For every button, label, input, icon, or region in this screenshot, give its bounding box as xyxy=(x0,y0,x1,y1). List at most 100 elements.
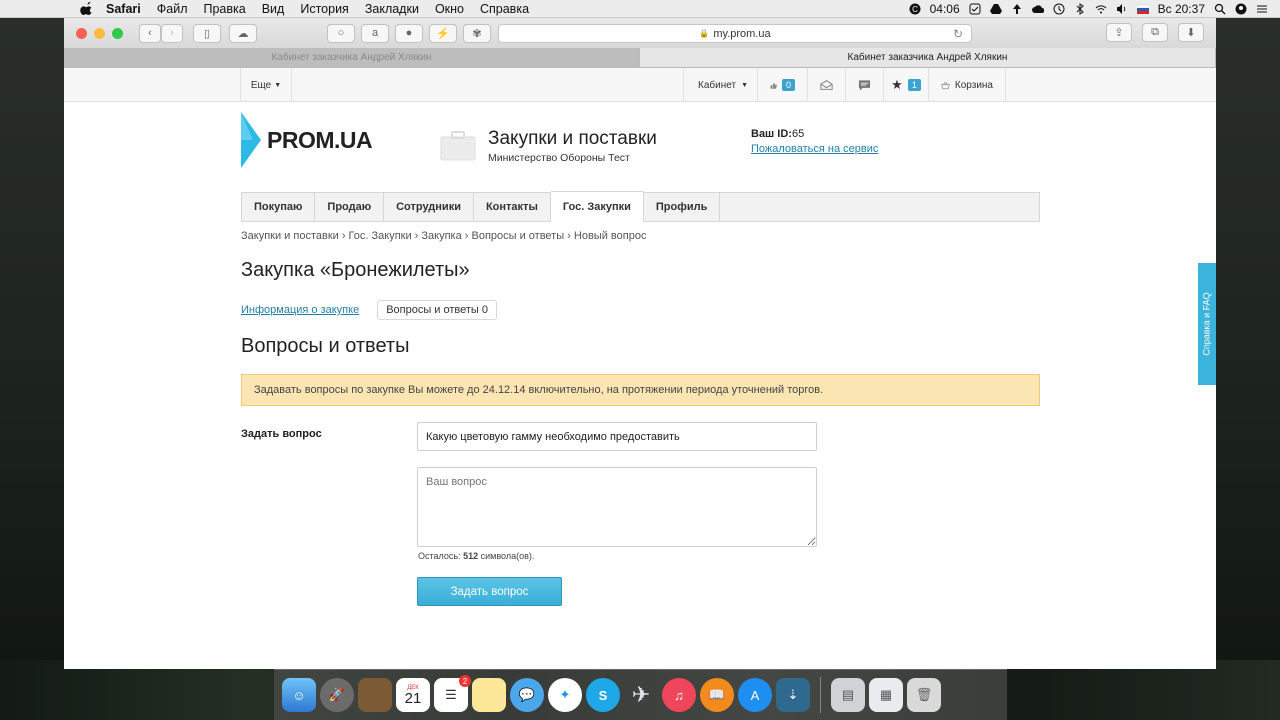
address-bar[interactable]: 🔒 my.prom.ua ↻ xyxy=(498,24,972,43)
app-store-icon[interactable]: A xyxy=(738,678,772,712)
safari-icon[interactable]: ✦ xyxy=(548,678,582,712)
downloads-icon[interactable]: ⬇ xyxy=(1178,23,1204,42)
notes-icon[interactable] xyxy=(472,678,506,712)
logo-text: PROM.UA xyxy=(267,126,373,153)
forward-button[interactable]: › xyxy=(161,23,183,43)
lock-icon: 🔒 xyxy=(699,29,710,38)
tab-employees[interactable]: Сотрудники xyxy=(384,193,474,221)
recording-icon[interactable]: C xyxy=(909,3,921,15)
paper-plane-icon[interactable]: ✈ xyxy=(624,678,658,712)
envelope-icon xyxy=(820,80,833,90)
cloud-icon[interactable] xyxy=(1031,3,1044,15)
launchpad-icon[interactable]: 🚀 xyxy=(320,678,354,712)
prom-logo[interactable]: PROM.UA xyxy=(241,112,373,168)
submit-question-button[interactable]: Задать вопрос xyxy=(417,577,562,606)
apple-icon[interactable] xyxy=(80,1,94,16)
messages-icon[interactable]: 💬 xyxy=(510,678,544,712)
tab-gov-procurement[interactable]: Гос. Закупки xyxy=(550,191,644,222)
sidebar-icon[interactable]: ▯ xyxy=(193,23,221,43)
flag-russia-icon[interactable] xyxy=(1136,3,1149,15)
paw-icon[interactable]: ✾ xyxy=(463,23,491,43)
menu-help[interactable]: Справка xyxy=(480,2,529,16)
bluetooth-icon[interactable] xyxy=(1074,2,1086,15)
recording-timer[interactable]: 04:06 xyxy=(930,2,960,16)
record-icon[interactable]: ● xyxy=(395,23,423,43)
tab-buying[interactable]: Покупаю xyxy=(242,193,316,221)
likes-count-badge: 0 xyxy=(781,79,795,91)
ibooks-icon[interactable]: 📖 xyxy=(700,678,734,712)
menu-bookmarks[interactable]: Закладки xyxy=(365,2,419,16)
likes-button[interactable]: 0 xyxy=(757,68,807,102)
window-controls xyxy=(76,27,123,39)
procurement-subtabs: Информация о закупке Вопросы и ответы 0 xyxy=(241,300,498,320)
notebook-icon[interactable] xyxy=(358,678,392,712)
menu-file[interactable]: Файл xyxy=(157,2,188,16)
more-dropdown[interactable]: Еще ▼ xyxy=(240,68,292,102)
cabinet-dropdown[interactable]: Кабинет ▼ xyxy=(683,68,757,102)
tab-procurement-info[interactable]: Информация о закупке xyxy=(241,304,359,316)
skype-icon[interactable]: S xyxy=(586,678,620,712)
project-title: Закупки и поставки xyxy=(488,128,657,149)
zoom-window-icon[interactable] xyxy=(112,27,123,39)
chevron-down-icon: ▼ xyxy=(741,81,748,89)
page-title: Закупка «Бронежилеты» xyxy=(241,259,470,281)
ask-question-label: Задать вопрос xyxy=(241,428,322,440)
tab-questions-answers[interactable]: Вопросы и ответы 0 xyxy=(377,300,498,320)
tab-profile[interactable]: Профиль xyxy=(644,193,721,221)
circle-icon[interactable]: ○ xyxy=(327,23,355,43)
drive-icon[interactable] xyxy=(989,3,1002,15)
check-icon[interactable] xyxy=(969,3,981,15)
calendar-icon[interactable]: ДЕК 21 xyxy=(396,678,430,712)
finder-icon[interactable]: ☺ xyxy=(282,678,316,712)
reminders-icon[interactable]: ☰ 2 xyxy=(434,675,471,712)
list-icon[interactable] xyxy=(1256,3,1268,15)
question-textarea[interactable] xyxy=(417,467,817,547)
menu-window[interactable]: Окно xyxy=(435,2,464,16)
cart-button[interactable]: Корзина xyxy=(928,68,1006,102)
briefcase-icon xyxy=(440,131,476,161)
qa-tab-count: 0 xyxy=(481,304,489,316)
section-title: Вопросы и ответы xyxy=(241,335,410,357)
svg-text:C: C xyxy=(912,5,918,14)
back-button[interactable]: ‹ xyxy=(139,23,161,43)
clock[interactable]: Вс 20:37 xyxy=(1158,2,1205,16)
menu-safari[interactable]: Safari xyxy=(106,2,141,16)
complain-link[interactable]: Пожаловаться на сервис xyxy=(751,143,878,155)
download-folder-icon[interactable]: ⇣ xyxy=(776,678,810,712)
tabs-overview-icon[interactable]: ⧉ xyxy=(1142,23,1168,42)
menu-history[interactable]: История xyxy=(300,2,348,16)
user-icon[interactable] xyxy=(1235,3,1247,15)
menu-view[interactable]: Вид xyxy=(262,2,285,16)
volume-icon[interactable] xyxy=(1116,3,1128,15)
question-subject-input[interactable] xyxy=(417,422,817,451)
help-faq-tab[interactable]: Справка и FAQ xyxy=(1198,263,1216,385)
comments-button[interactable] xyxy=(845,68,883,102)
amazon-icon[interactable]: a xyxy=(361,23,389,43)
share-icon[interactable]: ⇪ xyxy=(1106,23,1132,42)
tab-contacts[interactable]: Контакты xyxy=(474,193,551,221)
breadcrumb[interactable]: Закупки и поставки › Гос. Закупки › Заку… xyxy=(241,230,646,242)
search-icon[interactable] xyxy=(1214,3,1226,15)
time-machine-icon[interactable] xyxy=(1053,3,1065,15)
dock-separator xyxy=(820,677,821,713)
itunes-icon[interactable]: ♫ xyxy=(662,678,696,712)
more-label: Еще xyxy=(250,79,272,91)
trash-icon[interactable]: 🗑 xyxy=(907,678,941,712)
documents-stack-icon[interactable]: ▤ xyxy=(831,678,865,712)
icloud-icon[interactable]: ☁ xyxy=(229,23,257,43)
upload-icon[interactable] xyxy=(1011,3,1023,15)
browser-tab-inactive[interactable]: Кабинет заказчика Андрей Хлякин xyxy=(64,48,640,67)
close-window-icon[interactable] xyxy=(76,27,87,39)
messages-button[interactable] xyxy=(807,68,845,102)
reload-icon[interactable]: ↻ xyxy=(953,27,963,41)
minimize-window-icon[interactable] xyxy=(94,27,105,39)
screenshot-stack-icon[interactable]: ▦ xyxy=(869,678,903,712)
basket-icon xyxy=(941,81,950,89)
lightning-icon[interactable]: ⚡ xyxy=(429,23,457,43)
project-subtitle: Министерство Обороны Тест xyxy=(488,152,630,164)
favorites-button[interactable]: ★ 1 xyxy=(883,68,928,102)
browser-tab-active[interactable]: Кабинет заказчика Андрей Хлякин xyxy=(640,48,1216,67)
wifi-icon[interactable] xyxy=(1095,3,1107,15)
menu-edit[interactable]: Правка xyxy=(203,2,245,16)
tab-selling[interactable]: Продаю xyxy=(315,193,385,221)
